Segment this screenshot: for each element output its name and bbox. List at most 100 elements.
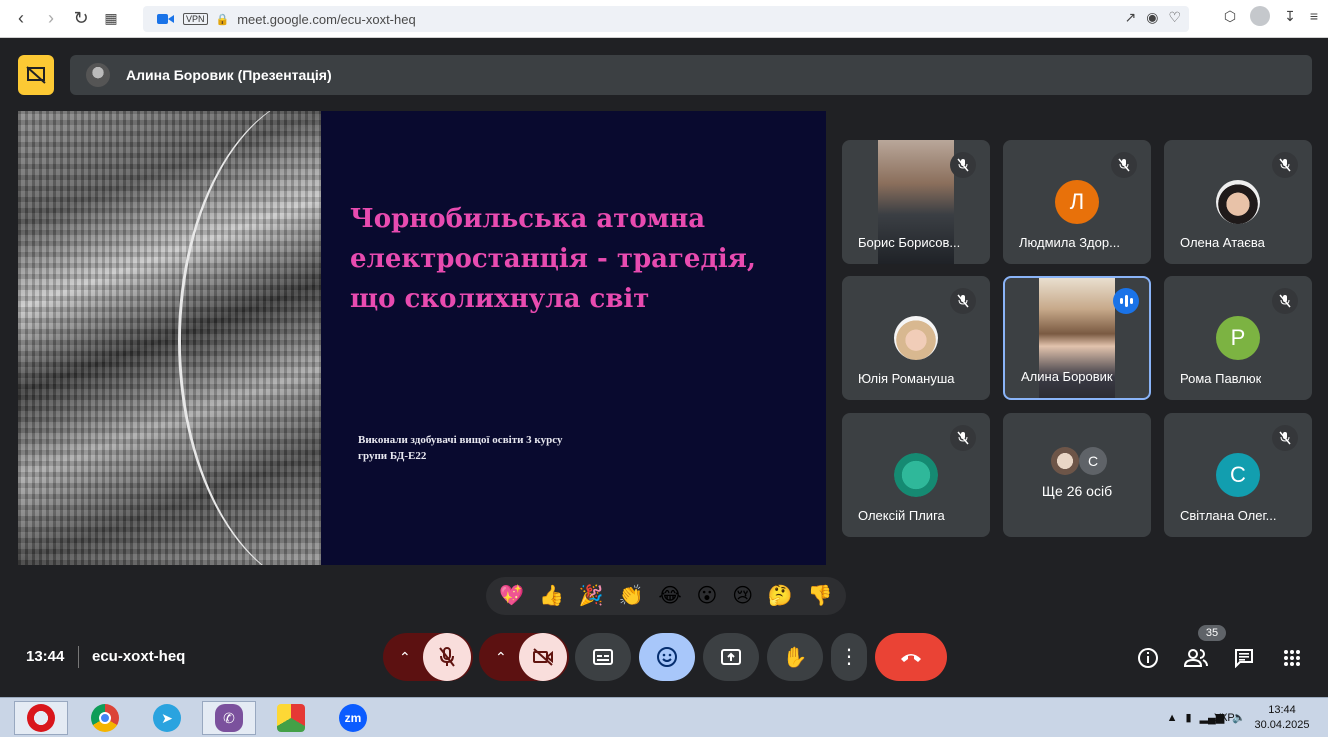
reaction-thumbs-down[interactable]: 👎 [808,586,833,606]
taskbar-telegram[interactable]: ➤ [140,701,194,735]
chevron-up-icon: ⌃ [495,648,507,665]
taskbar-app[interactable] [264,701,318,735]
taskbar-viber[interactable]: ✆ [202,701,256,735]
extensions-icon[interactable]: ⬡ [1224,8,1236,25]
participant-avatar: Р [1216,316,1260,360]
download-icon[interactable]: ↧ [1284,8,1296,25]
participant-name: Алина Боровик [1021,369,1113,384]
forward-icon[interactable]: › [36,4,66,34]
reactions-button[interactable] [639,633,695,681]
more-avatar-letter: С [1079,447,1107,475]
speaking-indicator-icon [1113,288,1139,314]
presenter-bar: Алина Боровик (Презентація) [70,55,1312,95]
camera-off-icon [533,648,553,666]
microphone-toggle-button[interactable] [423,633,471,681]
participant-name: Людмила Здор... [1019,235,1120,250]
share-icon[interactable]: ↗ [1124,9,1136,26]
reaction-surprised[interactable]: 😮 [697,586,718,606]
url-text[interactable]: meet.google.com/ecu-xoxt-heq [237,12,415,27]
participant-tile[interactable]: Юлія Романуша [842,276,990,400]
participant-photo [894,453,938,497]
participant-name: Олена Атаєва [1180,235,1265,250]
participant-photo [1216,180,1260,224]
participant-tile[interactable]: Р Рома Павлюк [1164,276,1312,400]
meeting-info-button[interactable] [1134,644,1162,672]
meeting-code: ecu-xoxt-heq [92,648,186,665]
people-button[interactable] [1182,644,1210,672]
viber-icon: ✆ [215,704,243,732]
more-avatar-photo [1051,447,1079,475]
tray-up-arrow-icon[interactable]: ▲ [1167,712,1178,724]
participant-avatar: С [1216,453,1260,497]
more-options-button[interactable]: ⋮ [831,633,867,681]
camera-toggle-button[interactable] [519,633,567,681]
participant-tile-speaking[interactable]: Алина Боровик [1003,276,1151,400]
reaction-clap[interactable]: 👏 [619,586,644,606]
back-icon[interactable]: ‹ [6,4,36,34]
more-participants-tile[interactable]: С Ще 26 осіб [1003,413,1151,537]
chevron-up-icon: ⌃ [399,648,411,665]
presenter-avatar [86,63,110,87]
present-screen-icon [721,649,741,665]
mic-off-icon [1272,288,1298,314]
activities-button[interactable] [1278,644,1306,672]
mic-off-icon [950,425,976,451]
heart-icon[interactable]: ♡ [1168,9,1181,26]
language-indicator[interactable]: УКР [1214,712,1235,724]
raise-hand-button[interactable]: ✋ [767,633,823,681]
mic-off-icon [1272,152,1298,178]
chat-icon [1235,649,1253,668]
mic-off-icon [950,152,976,178]
participant-tile[interactable]: Борис Борисов... [842,140,990,264]
hand-icon: ✋ [782,646,808,669]
participant-tile[interactable]: С Світлана Олег... [1164,413,1312,537]
captions-button[interactable] [575,633,631,681]
address-bar[interactable]: VPN 🔒 meet.google.com/ecu-xoxt-heq ↗ ◉ ♡ [143,6,1189,32]
mic-off-icon [950,288,976,314]
profile-avatar-icon[interactable] [1250,6,1271,26]
info-icon [1138,648,1158,668]
mic-off-icon [1272,425,1298,451]
slide-subtitle-line2: групи БД-Е22 [358,450,427,462]
people-icon [1184,649,1208,667]
telegram-icon: ➤ [153,704,181,732]
camera-indicator-icon [157,14,174,24]
reaction-thinking[interactable]: 🤔 [768,586,793,606]
reload-icon[interactable]: ↻ [66,4,96,34]
chat-button[interactable] [1230,644,1258,672]
participant-name: Юлія Романуша [858,371,955,386]
participant-name: Світлана Олег... [1180,508,1277,523]
taskbar-chrome[interactable] [78,701,132,735]
participant-tile[interactable]: Л Людмила Здор... [1003,140,1151,264]
emoji-icon [657,647,677,667]
reaction-thumbs-up[interactable]: 👍 [539,586,564,606]
taskbar-opera[interactable] [14,701,68,735]
tray-time: 13:44 [1268,704,1296,716]
taskbar-zoom[interactable]: zm [326,701,380,735]
tabs-grid-icon[interactable]: ▦ [96,4,126,34]
participant-name: Рома Павлюк [1180,371,1262,386]
reaction-heart[interactable]: 💖 [499,586,524,606]
mic-off-icon [439,647,455,667]
presenter-name: Алина Боровик (Презентація) [126,67,332,83]
reaction-party[interactable]: 🎉 [579,586,604,606]
lock-icon: 🔒 [215,13,230,26]
reaction-sad[interactable]: 😢 [732,586,753,606]
presentation-slide: Чорнобильська атомна електростанція - тр… [18,111,826,565]
presentation-indicator[interactable] [18,55,54,95]
settings-menu-icon[interactable]: ≡ [1310,8,1318,24]
screenshot-icon[interactable]: ◉ [1146,9,1158,26]
slide-subtitle: Виконали здобувачі вищої освіти 3 курсу … [358,432,678,464]
tray-clock[interactable]: 13:44 30.04.2025 [1254,703,1310,733]
participant-tile[interactable]: Олена Атаєва [1164,140,1312,264]
participant-tile[interactable]: Олексій Плига [842,413,990,537]
participant-count-badge: 35 [1198,625,1226,641]
present-button[interactable] [703,633,759,681]
present-off-icon [26,66,46,84]
vpn-badge[interactable]: VPN [183,13,208,25]
power-icon[interactable]: ▮ [1186,711,1192,724]
more-vert-icon: ⋮ [839,646,859,668]
leave-call-button[interactable] [875,633,947,681]
reaction-laugh[interactable]: 😂 [658,586,681,606]
captions-icon [593,649,613,665]
